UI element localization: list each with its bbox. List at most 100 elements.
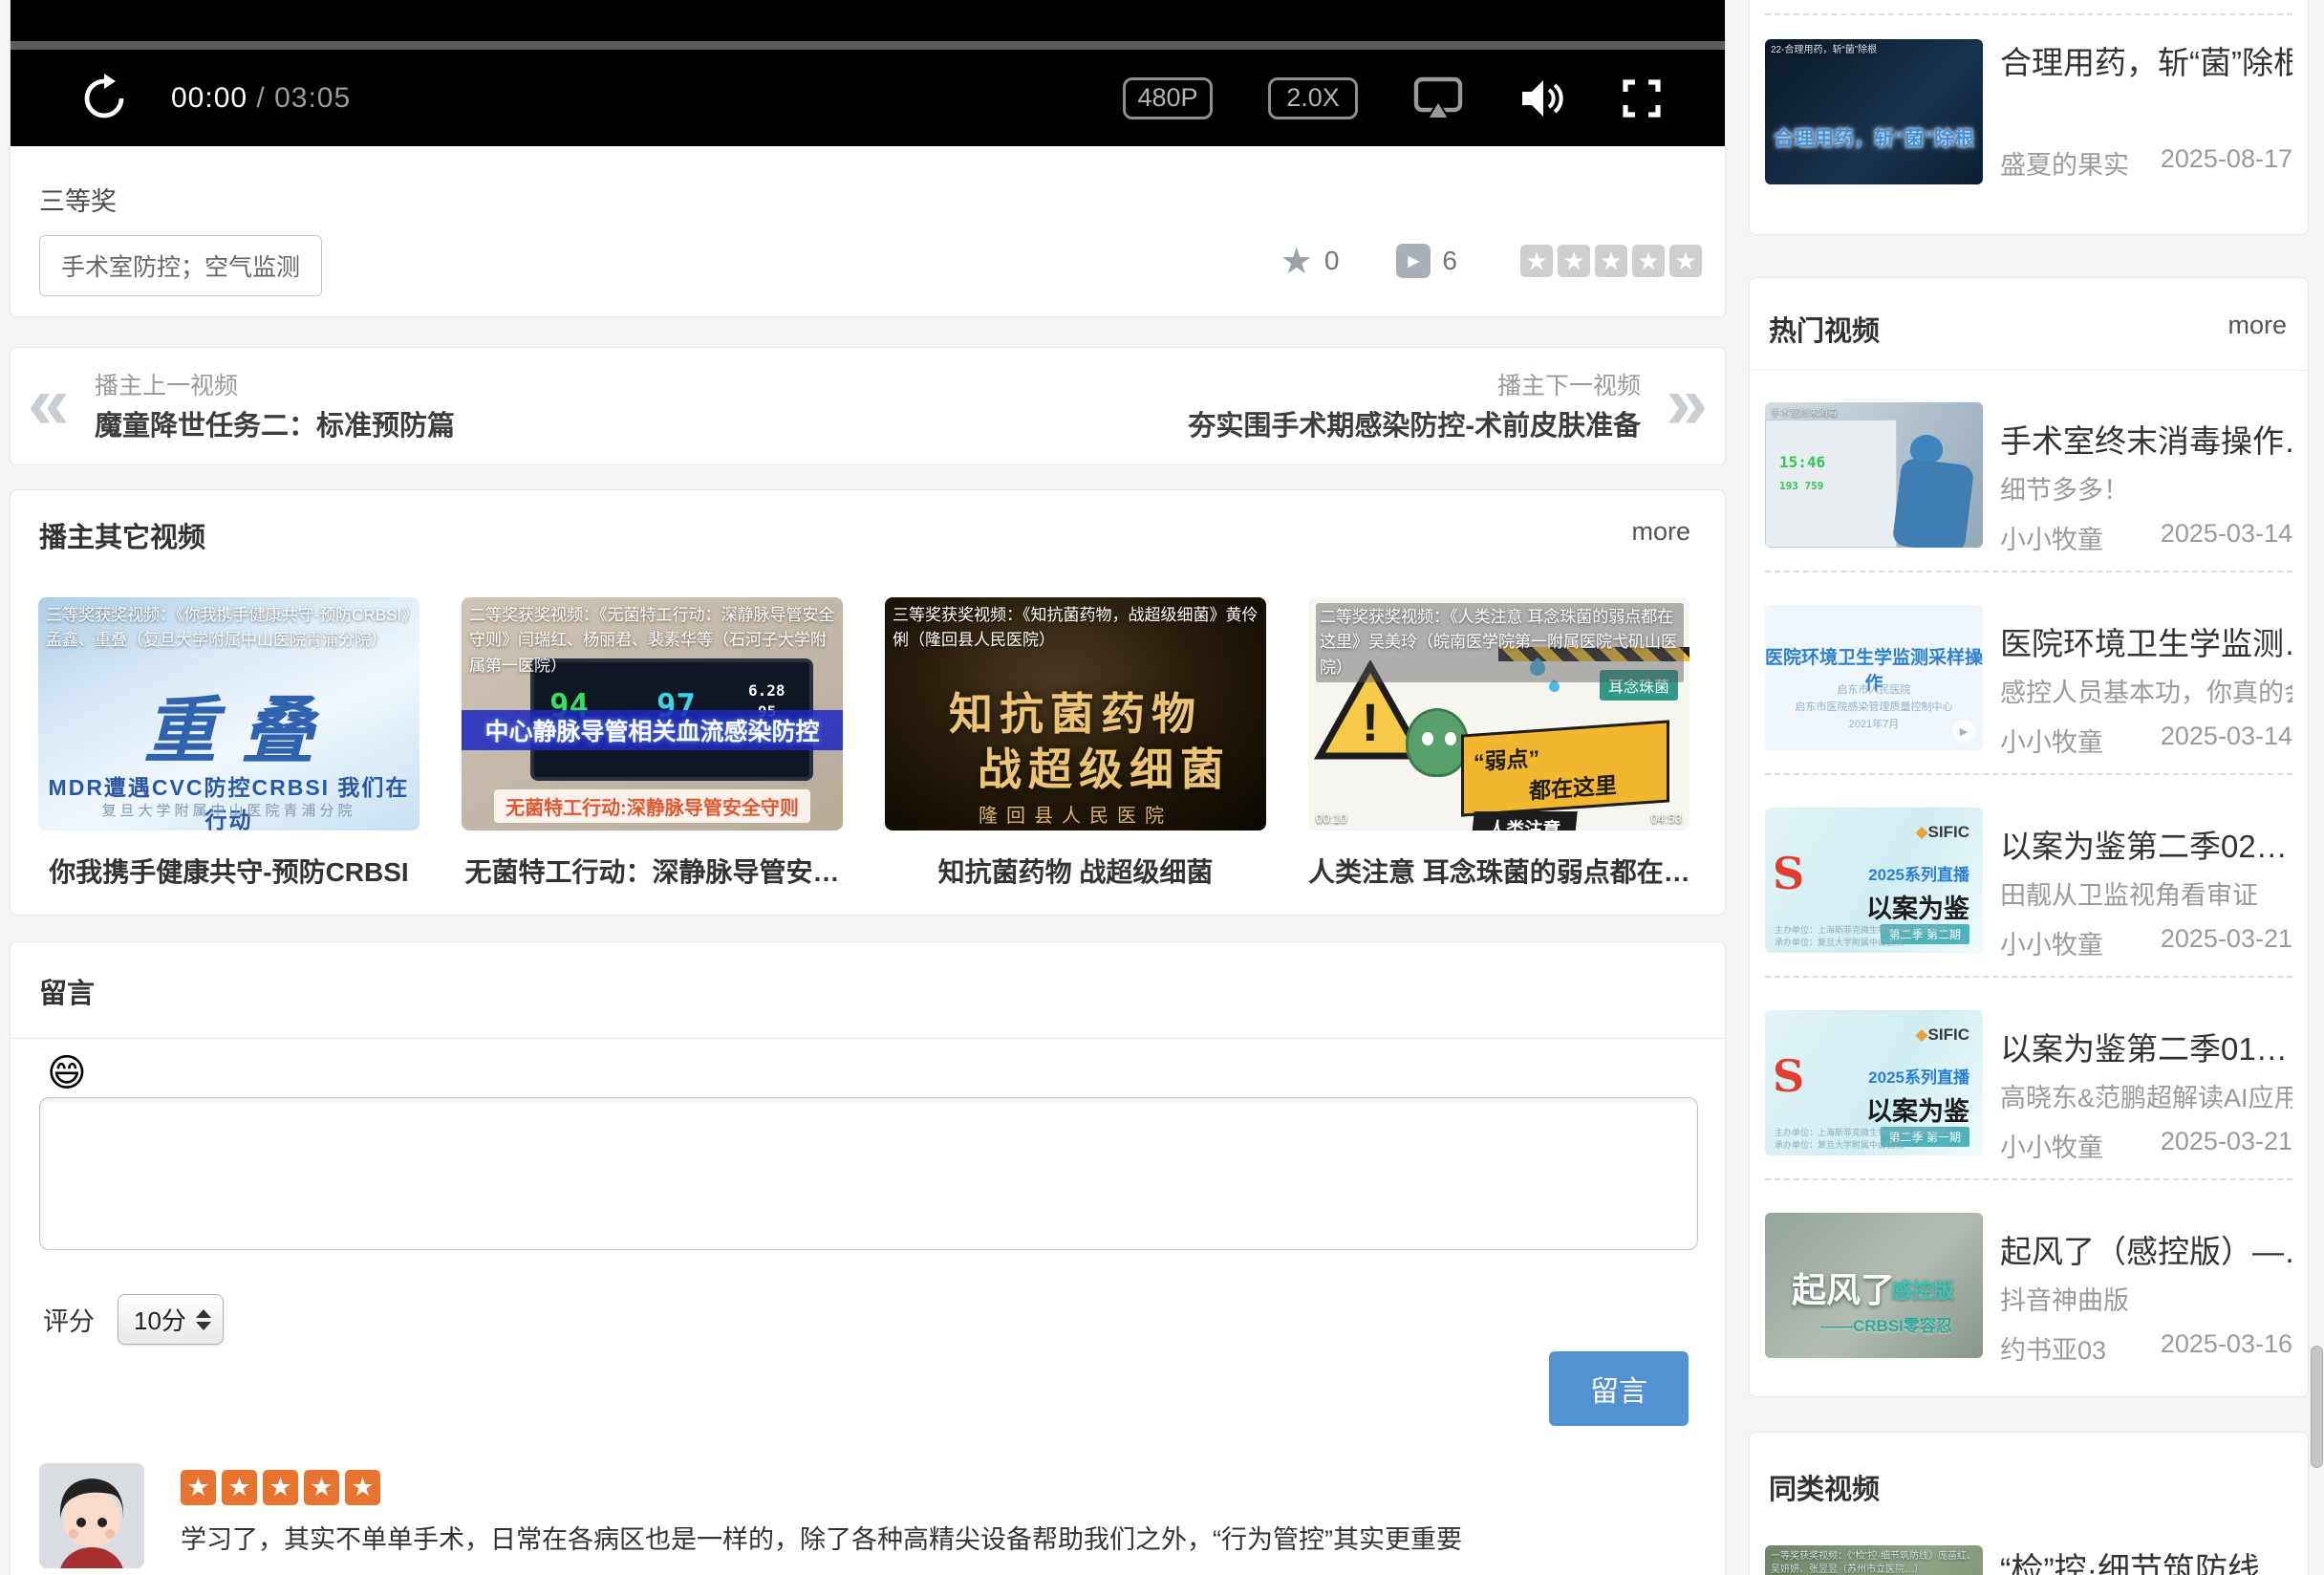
thumb-time-start: 00:10 xyxy=(1316,811,1347,826)
same-category-card: 同类视频 一等奖获奖视频：《“检”控·细节筑防线》庞苗红、吴妍妍、张昱昱（苏州市… xyxy=(1749,1432,2309,1575)
other-video-thumbnail[interactable]: 三等奖获奖视频：《你我携手健康共守-预防CRBSI》孟鑫、重叠（复旦大学附属中山… xyxy=(38,597,420,831)
rating-star-icon[interactable]: ★ xyxy=(1669,245,1702,277)
thumb-org-line: 承办单位：复旦大学附属中山医院 xyxy=(1775,1138,1904,1151)
next-video-label: 播主下一视频 xyxy=(1497,367,1641,401)
hot-videos-more-link[interactable]: more xyxy=(2227,311,2287,340)
sific-logo: ◆SIFIC xyxy=(1915,1025,1969,1045)
sidebar-video-subtitle: 田靓从卫监视角看审证 xyxy=(2000,874,2292,912)
quality-button[interactable]: 480P xyxy=(1123,77,1213,119)
sidebar-video-title[interactable]: 以案为鉴第二季01… xyxy=(2000,1024,2292,1069)
next-arrow-icon[interactable]: » xyxy=(1667,359,1708,446)
scrollbar-thumb[interactable] xyxy=(2311,1346,2323,1468)
sidebar-thumbnail[interactable]: 医院环境卫生学监测采样操作 启东市人民医院 启东市医院感染管理质量控制中心 20… xyxy=(1765,605,1983,750)
sidebar-thumbnail[interactable]: 22-合理用药，斩“菌”除根 合理用药，斩“菌”除根 xyxy=(1765,39,1983,184)
comment-star-icon: ★ xyxy=(304,1470,339,1505)
prev-video-title[interactable]: 魔童降世任务二：标准预防篇 xyxy=(95,403,455,443)
sific-logo-text: SIFIC xyxy=(1928,1025,1969,1044)
sidebar-video-title[interactable]: 医院环境卫生学监测… xyxy=(2000,618,2292,664)
svg-text:!: ! xyxy=(1362,692,1380,752)
video-player[interactable]: 00:00 / 03:05 480P 2.0X xyxy=(11,0,1725,146)
rating-star-icon[interactable]: ★ xyxy=(1632,245,1665,277)
sidebar-thumbnail[interactable]: 一等奖获奖视频：《“检”控·细节筑防线》庞苗红、吴妍妍、张昱昱（苏州市立医院…） xyxy=(1765,1545,1983,1575)
prev-arrow-icon[interactable]: « xyxy=(28,359,69,446)
divider xyxy=(1750,370,2308,371)
prev-next-card: « 播主上一视频 魔童降世任务二：标准预防篇 播主下一视频 夯实围手术期感染防控… xyxy=(10,347,1726,465)
rating-star-icon[interactable]: ★ xyxy=(1595,245,1627,277)
sidebar-video-date: 2025-03-21 xyxy=(2161,1127,2292,1156)
sidebar-video-title[interactable]: 手术室终末消毒操作… xyxy=(2000,416,2292,462)
emoji-picker-icon[interactable]: 😄 xyxy=(47,1051,87,1095)
other-video-title[interactable]: 知抗菌药物 战超级细菌 xyxy=(885,852,1266,890)
time-current: 00:00 xyxy=(171,82,247,114)
sidebar-video-title[interactable]: 以案为鉴第二季02… xyxy=(2000,821,2292,867)
sidebar-video-title[interactable]: 合理用药，斩“菌”除根 xyxy=(2000,37,2292,83)
sidebar-video-title[interactable]: 起风了（感控版）—… xyxy=(2000,1226,2292,1272)
sidebar-video-author[interactable]: 盛夏的果实 xyxy=(2000,144,2129,182)
volume-icon[interactable] xyxy=(1518,78,1566,119)
thumb-big-title: 知抗菌药物 xyxy=(885,680,1266,743)
favorite-star-icon[interactable]: ★ xyxy=(1280,240,1313,283)
comment-star-icon: ★ xyxy=(222,1470,257,1505)
rating-star-icon[interactable]: ★ xyxy=(1558,245,1590,277)
rating-stars[interactable]: ★ ★ ★ ★ ★ xyxy=(1520,245,1702,277)
rating-select[interactable]: 10分 xyxy=(118,1294,224,1345)
sific-s-logo: S xyxy=(1773,848,1804,899)
cast-icon[interactable] xyxy=(1413,76,1463,120)
video-tag[interactable]: 手术室防控；空气监测 xyxy=(39,235,322,296)
thumb-line: 启东市医院感染管理质量控制中心 xyxy=(1765,699,1983,714)
sidebar-video-subtitle: 高晓东&范鹏超解读AI应用 xyxy=(2000,1077,2292,1114)
dashed-divider xyxy=(1765,976,2292,978)
rating-star-icon[interactable]: ★ xyxy=(1520,245,1553,277)
other-videos-more-link[interactable]: more xyxy=(1631,517,1690,547)
progress-bar[interactable] xyxy=(11,41,1725,50)
prev-video-label: 播主上一视频 xyxy=(95,367,238,401)
sidebar-video-author[interactable]: 约书亚03 xyxy=(2000,1329,2106,1367)
other-videos-card: 播主其它视频 more 三等奖获奖视频：《你我携手健康共守-预防CRBSI》孟鑫… xyxy=(10,489,1726,916)
sidebar-video-title[interactable]: “检”控·细节筑防线 xyxy=(2000,1543,2292,1575)
sidebar-video-author[interactable]: 小小牧童 xyxy=(2000,519,2103,556)
same-category-header: 同类视频 xyxy=(1769,1467,1880,1507)
favorite-count: 0 xyxy=(1324,246,1340,276)
other-video-title[interactable]: 你我携手健康共守-预防CRBSI xyxy=(38,852,420,890)
sidebar-video-date: 2025-03-16 xyxy=(2161,1329,2292,1359)
other-video-thumbnail[interactable]: 94 97 6.28 95 中心静脉导管相关血流感染防控 无菌特工行动:深静脉导… xyxy=(462,597,843,831)
dashed-divider xyxy=(1765,571,2292,572)
next-video-title[interactable]: 夯实围手术期感染防控-术前皮肤准备 xyxy=(1188,403,1641,443)
thumb-main-text: 起风了 xyxy=(1792,1262,1895,1312)
other-video-thumbnail[interactable]: 三等奖获奖视频：《知抗菌药物，战超级细菌》黄伶俐（隆回县人民医院） 知抗菌药物 … xyxy=(885,597,1266,831)
replay-icon[interactable] xyxy=(81,74,127,123)
thumb-host-line: 主办单位：上海斯菲克微生物应用技术研究中心 xyxy=(1775,923,1955,936)
commenter-avatar xyxy=(39,1463,144,1568)
sidebar-video-author[interactable]: 小小牧童 xyxy=(2000,722,2103,759)
comment-star-icon: ★ xyxy=(263,1470,298,1505)
sidebar-thumbnail[interactable]: 15:46 193 759 手术室终末消毒 xyxy=(1765,402,1983,548)
time-duration: 03:05 xyxy=(274,82,351,114)
fullscreen-icon[interactable] xyxy=(1622,78,1662,119)
nurse-figure xyxy=(1892,458,1975,548)
thumb-host-line: 主办单位：上海斯菲克微生物应用技术研究中心 xyxy=(1775,1126,1955,1138)
sidebar-thumbnail[interactable]: S ◆SIFIC 2025系列直播 以案为鉴 第二季 第一期 主办单位：上海斯菲… xyxy=(1765,1010,1983,1155)
comment-input[interactable] xyxy=(39,1097,1698,1250)
sific-s-logo: S xyxy=(1773,1050,1804,1102)
video-card: 00:00 / 03:05 480P 2.0X 三等奖 xyxy=(10,0,1726,317)
speed-button[interactable]: 2.0X xyxy=(1268,77,1358,119)
submit-comment-button[interactable]: 留言 xyxy=(1549,1351,1689,1426)
other-video-title[interactable]: 无菌特工行动：深静脉导管安… xyxy=(462,852,843,890)
comments-card: 留言 😄 评分 10分 留言 ★ ★ xyxy=(10,941,1726,1575)
thumb-line: 启东市人民医院 xyxy=(1765,681,1983,697)
sidebar-video-author[interactable]: 小小牧童 xyxy=(2000,1127,2103,1164)
sidebar-video-date: 2025-03-21 xyxy=(2161,924,2292,954)
divider xyxy=(11,1038,1725,1039)
dashed-divider xyxy=(1765,1178,2292,1180)
sidebar-video-date: 2025-03-14 xyxy=(2161,722,2292,751)
sidebar-video-author[interactable]: 小小牧童 xyxy=(2000,924,2103,961)
thumb-line: 2021年7月 xyxy=(1765,716,1983,731)
control-panel-graphic: 15:46 193 759 xyxy=(1765,420,1897,548)
sidebar-thumbnail[interactable]: 起风了 感控版 ——CRBSI零容忍 xyxy=(1765,1213,1983,1358)
sidebar-thumbnail[interactable]: S ◆SIFIC 2025系列直播 以案为鉴 第二季 第二期 主办单位：上海斯菲… xyxy=(1765,808,1983,953)
thumb-big-title: 战超级细菌 xyxy=(885,735,1266,798)
other-video-title[interactable]: 人类注意 耳念珠菌的弱点都在… xyxy=(1308,852,1689,890)
thumb-main-text: 合理用药，斩“菌”除根 xyxy=(1765,123,1983,152)
thumb-live-text: 2025系列直播 xyxy=(1868,1064,1969,1088)
other-video-thumbnail[interactable]: ! “弱点” 都在这里 耳念珠菌 人类注意 00:10 04:53 二等奖获奖视… xyxy=(1308,597,1689,831)
